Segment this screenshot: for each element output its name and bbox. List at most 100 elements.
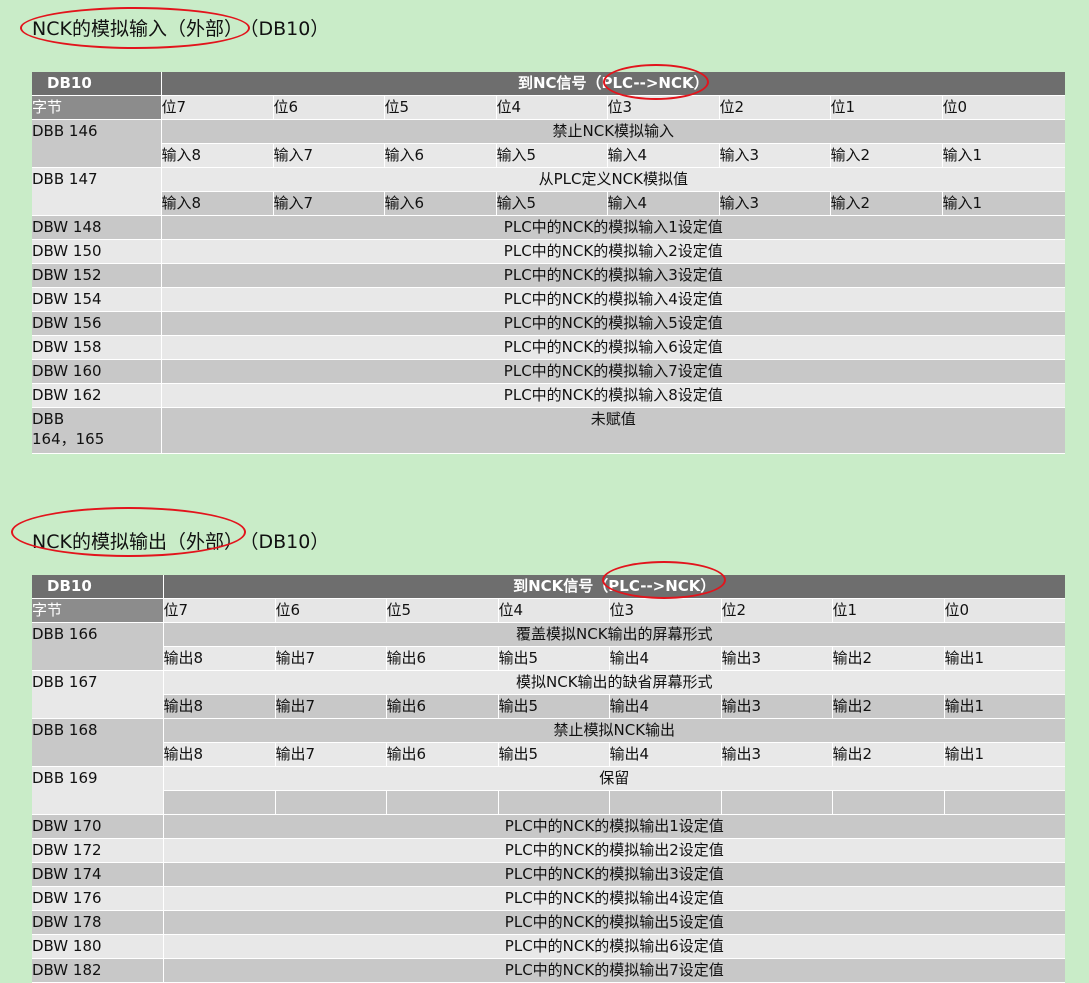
header-row: DB10 到NC信号（PLC-->NCK） — [32, 72, 1066, 96]
bit-cell — [385, 790, 498, 815]
address-label: DBW 170 — [32, 814, 163, 839]
bit-row: DBB 168 禁止模拟NCK输出 — [32, 718, 1066, 767]
bit-cell: 输入4 — [606, 143, 719, 168]
setpoint-value: PLC中的NCK的模拟输出4设定值 — [162, 886, 1066, 911]
setpoint-value: PLC中的NCK的模拟输入1设定值 — [160, 215, 1066, 240]
bit-label: 位7 — [162, 598, 275, 623]
bit-row: DBB 146 禁止NCK模拟输入 — [32, 119, 1066, 168]
bit-cell — [608, 790, 721, 815]
address-label: DBW 158 — [32, 335, 161, 360]
byte-label: 字节 — [32, 95, 161, 120]
word-row: DBW 156 PLC中的NCK的模拟输入5设定值 — [32, 311, 1066, 336]
bit-cell: 输出7 — [274, 742, 386, 767]
bit-cell: 输出3 — [720, 646, 832, 671]
bit-cell: 输出2 — [831, 694, 944, 719]
bit-cell: 输出6 — [385, 646, 498, 671]
setpoint-value: PLC中的NCK的模拟输出1设定值 — [162, 814, 1066, 839]
address-label: DBW 162 — [32, 383, 161, 408]
bit-label: 位4 — [497, 598, 609, 623]
address-label: DBW 180 — [32, 934, 163, 959]
bit-cell: 输入5 — [495, 143, 607, 168]
bit-label: 位1 — [829, 95, 942, 120]
bit-cells-row: 输出8 输出7 输出6 输出5 输出4 输出3 输出2 输出1 — [32, 646, 1066, 671]
bit-cell: 输出2 — [831, 646, 944, 671]
bit-cell: 输出1 — [943, 646, 1066, 671]
bit-cells-row: 输出8 输出7 输出6 输出5 输出4 输出3 输出2 输出1 — [32, 742, 1066, 767]
section2-title-text: NCK的模拟输出（外部） — [32, 531, 243, 553]
signal-header: 到NC信号（PLC-->NCK） — [160, 72, 1066, 96]
bit-cell: 输出4 — [608, 694, 721, 719]
bit-label: 位5 — [385, 598, 498, 623]
address-label: DBB 164，165 — [32, 407, 161, 454]
bit-cell: 输出4 — [608, 742, 721, 767]
address-label: DBW 148 — [32, 215, 161, 240]
setpoint-value: PLC中的NCK的模拟输出3设定值 — [162, 862, 1066, 887]
bit-cells-row: 输出8 输出7 输出6 输出5 输出4 输出3 输出2 输出1 — [32, 694, 1066, 719]
bit-label: 位1 — [831, 598, 944, 623]
setpoint-value: PLC中的NCK的模拟输出7设定值 — [162, 958, 1066, 983]
bit-cell: 输入4 — [606, 191, 719, 216]
word-row: DBW 154 PLC中的NCK的模拟输入4设定值 — [32, 287, 1066, 312]
setpoint-value: PLC中的NCK的模拟输入7设定值 — [160, 359, 1066, 384]
bit-cell: 输出2 — [831, 742, 944, 767]
bit-cell: 输入7 — [272, 143, 384, 168]
bit-cell — [162, 790, 275, 815]
address-line: DBB — [32, 410, 65, 428]
bit-cell: 输入6 — [383, 191, 496, 216]
bit-cell: 输入8 — [160, 191, 273, 216]
section2-title: NCK的模拟输出（外部） （DB10） — [32, 527, 329, 554]
section1-title: NCK的模拟输入（外部） （DB10） — [32, 14, 329, 41]
bit-cell: 输出6 — [385, 742, 498, 767]
section1-dbref: （DB10） — [248, 18, 330, 40]
word-row: DBW 170 PLC中的NCK的模拟输出1设定值 — [32, 814, 1066, 839]
bit-label: 位0 — [943, 598, 1066, 623]
bit-cell: 输出1 — [943, 694, 1066, 719]
bit-label: 位2 — [720, 598, 832, 623]
section1-title-text: NCK的模拟输入（外部） — [32, 18, 243, 40]
word-row: DBW 180 PLC中的NCK的模拟输出6设定值 — [32, 934, 1066, 959]
bit-cell: 输入3 — [718, 143, 830, 168]
bit-cells-row: 输入8 输入7 输入6 输入5 输入4 输入3 输入2 输入1 — [32, 143, 1066, 168]
bit-cell — [274, 790, 386, 815]
unassigned-row: DBB 164，165 未赋值 — [32, 407, 1066, 454]
bit-cell: 输出3 — [720, 694, 832, 719]
word-row: DBW 174 PLC中的NCK的模拟输出3设定值 — [32, 862, 1066, 887]
address-label: DBW 154 — [32, 287, 161, 312]
word-row: DBW 162 PLC中的NCK的模拟输入8设定值 — [32, 383, 1066, 408]
word-row: DBW 178 PLC中的NCK的模拟输出5设定值 — [32, 910, 1066, 935]
bit-row: DBB 147 从PLC定义NCK模拟值 — [32, 167, 1066, 216]
bit-cells-row — [32, 790, 1066, 815]
setpoint-value: PLC中的NCK的模拟输出2设定值 — [162, 838, 1066, 863]
bit-row: DBB 166 覆盖模拟NCK输出的屏幕形式 — [32, 622, 1066, 671]
bit-label: 位6 — [272, 95, 384, 120]
setpoint-value: PLC中的NCK的模拟输入6设定值 — [160, 335, 1066, 360]
address-label: DBW 178 — [32, 910, 163, 935]
row-title: 禁止NCK模拟输入 — [160, 119, 1066, 144]
address-label: DBW 176 — [32, 886, 163, 911]
bit-cell — [720, 790, 832, 815]
bit-label: 位6 — [274, 598, 386, 623]
bit-label: 位3 — [606, 95, 719, 120]
word-row: DBW 150 PLC中的NCK的模拟输入2设定值 — [32, 239, 1066, 264]
address-label: DBB 169 — [32, 766, 163, 815]
bit-label: 位0 — [941, 95, 1066, 120]
bit-cell: 输出1 — [943, 742, 1066, 767]
bit-cell: 输出3 — [720, 742, 832, 767]
setpoint-value: PLC中的NCK的模拟输出5设定值 — [162, 910, 1066, 935]
address-label: DBW 150 — [32, 239, 161, 264]
address-label: DBB 167 — [32, 670, 163, 719]
bit-cell: 输入3 — [718, 191, 830, 216]
bit-cell: 输出5 — [497, 646, 609, 671]
db-header: DB10 — [32, 575, 163, 599]
signal-header: 到NCK信号（PLC-->NCK） — [162, 575, 1066, 599]
bit-label: 位3 — [608, 598, 721, 623]
bit-cells-row: 输入8 输入7 输入6 输入5 输入4 输入3 输入2 输入1 — [32, 191, 1066, 216]
bit-row: DBB 167 模拟NCK输出的缺省屏幕形式 — [32, 670, 1066, 719]
row-title: 从PLC定义NCK模拟值 — [160, 167, 1066, 192]
setpoint-value: PLC中的NCK的模拟输入3设定值 — [160, 263, 1066, 288]
section2-dbref: （DB10） — [248, 531, 330, 553]
row-title: 模拟NCK输出的缺省屏幕形式 — [162, 670, 1066, 695]
address-label: DBW 152 — [32, 263, 161, 288]
bit-cell: 输出8 — [162, 742, 275, 767]
setpoint-value: PLC中的NCK的模拟输出6设定值 — [162, 934, 1066, 959]
